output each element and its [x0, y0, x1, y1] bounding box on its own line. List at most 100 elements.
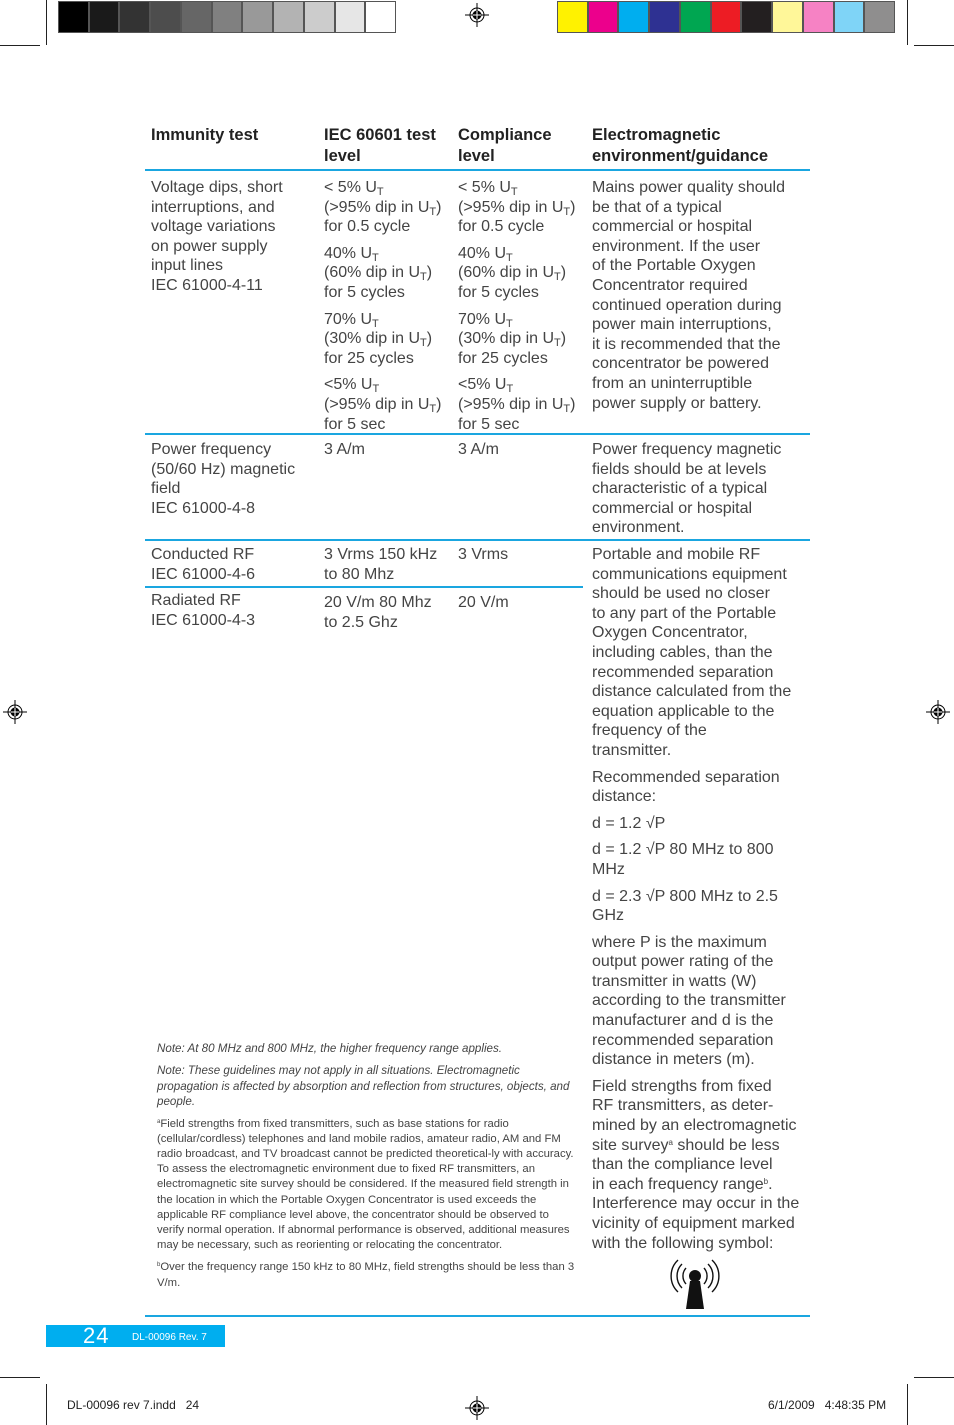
level-value: 70% U: [458, 310, 507, 328]
crop-mark: [0, 1377, 40, 1378]
registration-mark-icon: [3, 700, 27, 724]
color-swatch: [366, 2, 396, 32]
text-line: Portable and mobile RF: [592, 546, 761, 563]
equation-2: d = 1.2 √P 80 MHz to 800 MHz: [592, 840, 814, 879]
color-swatch: [120, 2, 150, 32]
duration: for 0.5 cycle: [458, 218, 545, 236]
text-line: Radiated RF: [151, 592, 241, 609]
text-line: equation applicable to the: [592, 702, 775, 720]
text-line: Voltage dips, short: [151, 179, 283, 196]
header-compliance-level: Compliance level: [458, 126, 552, 165]
text-line: input lines: [151, 257, 224, 275]
dip-value: (60% dip in U: [458, 264, 555, 282]
page-number: 24: [83, 1323, 110, 1348]
color-swatch: [243, 2, 273, 32]
color-swatch: [742, 2, 772, 32]
text-line: power supply or battery.: [592, 394, 762, 412]
table-notes: Note: At 80 MHz and 800 MHz, the higher …: [157, 1041, 575, 1298]
text-line: site survey: [592, 1136, 669, 1154]
row-divider: [145, 539, 810, 541]
note-frequency-range: Note: At 80 MHz and 800 MHz, the higher …: [157, 1042, 502, 1055]
text-line: manufacturer and d is the: [592, 1012, 774, 1030]
radiated-rf-test-name: Radiated RF IEC 61000-4-3: [151, 591, 321, 630]
crop-mark: [914, 1377, 954, 1378]
dip-level-block: 40% UT (60% dip in UT) for 5 cycles: [324, 244, 454, 303]
text-line: Recommended separation: [592, 768, 780, 786]
level-value: 40% U: [458, 244, 507, 262]
text-line: including cables, than the: [592, 643, 773, 661]
text-line: transmitter.: [592, 741, 672, 759]
level-value: 40% U: [324, 244, 373, 262]
registration-mark-icon: [465, 3, 489, 27]
header-divider: [145, 169, 810, 171]
color-swatch: [588, 2, 618, 32]
color-swatch: [212, 2, 242, 32]
text-line: from an uninterruptible: [592, 374, 753, 392]
text-line: distance calculated from the: [592, 683, 792, 701]
dip-value: (>95% dip in U: [458, 198, 564, 216]
duration: for 25 cycles: [324, 349, 414, 367]
subscript: T: [372, 317, 379, 330]
power-frequency-iec-level: 3 A/m: [324, 441, 365, 458]
text-line: Power frequency magnetic: [592, 441, 782, 458]
header-iec-test-level: IEC 60601 test level: [324, 126, 436, 165]
power-frequency-guidance: Power frequency magnetic fields should b…: [592, 440, 812, 538]
registration-mark-icon: [926, 700, 950, 724]
text-line: distance:: [592, 788, 657, 806]
level-value: < 5% U: [458, 179, 511, 196]
color-swatch: [711, 2, 741, 32]
text-line: characteristic of a typical: [592, 480, 768, 498]
slug-timestamp: 6/1/2009 4:48:35 PM: [768, 1398, 887, 1412]
text-line: concentrator be powered: [592, 355, 769, 373]
text-line: to 80 Mhz: [324, 565, 395, 583]
duration: for 5 sec: [458, 415, 520, 433]
color-swatch: [834, 2, 864, 32]
level-value: < 5% U: [324, 179, 377, 196]
conducted-rf-iec-level: 3 Vrms 150 kHz to 80 Mhz: [324, 545, 454, 584]
dip-close: ): [560, 330, 567, 348]
color-swatch: [335, 2, 365, 32]
dip-close: ): [436, 198, 442, 216]
duration: for 5 sec: [324, 415, 386, 433]
text-line: it is recommended that the: [592, 335, 781, 353]
text-line: communications equipment: [592, 565, 787, 583]
crop-mark: [914, 45, 954, 46]
grayscale-color-bar: [58, 1, 396, 33]
dip-level-block: < 5% UT (>95% dip in UT) for 0.5 cycle: [458, 178, 588, 237]
header-em-environment: Electromagnetic environment/guidance: [592, 126, 769, 165]
row-divider: [145, 586, 583, 588]
color-swatch: [773, 2, 802, 32]
text-line: with the following symbol:: [592, 1234, 774, 1252]
rf-guidance-intro: Portable and mobile RF communications eq…: [592, 545, 814, 761]
text-line: to 2.5 Ghz: [324, 613, 398, 631]
text-line: 20 V/m 80 Mhz: [324, 594, 432, 611]
crop-mark: [46, 1384, 47, 1425]
subscript: T: [372, 383, 380, 396]
subscript: T: [506, 251, 513, 264]
slug-filename: DL-00096 rev 7.indd 24: [67, 1398, 200, 1412]
text-line: recommended separation: [592, 1031, 774, 1049]
text-line: environment.: [592, 519, 685, 537]
text-line: IEC 61000-4-8: [151, 499, 256, 517]
text-line: Conducted RF: [151, 546, 255, 563]
text-line: should be less: [672, 1136, 780, 1154]
text-line: MHz: [592, 860, 625, 878]
text-line: power main interruptions,: [592, 316, 772, 334]
dip-close: ): [426, 330, 433, 348]
voltage-dips-test-name: Voltage dips, short interruptions, and v…: [151, 178, 321, 296]
process-color-bar: [557, 1, 895, 33]
subscript: T: [554, 271, 561, 284]
color-swatch: [865, 2, 895, 32]
color-swatch: [558, 2, 587, 32]
text-line: IEC 61000-4-6: [151, 565, 256, 583]
color-swatch: [59, 2, 88, 32]
text-line: IEC 61000-4-3: [151, 611, 256, 629]
dip-level-block: <5% UT (>95% dip in UT) for 5 sec: [324, 375, 454, 434]
crop-mark: [0, 45, 40, 46]
row-divider: [145, 433, 810, 435]
text-line: d = 1.2 √P 80 MHz to 800: [592, 841, 774, 859]
text-line: should be used no closer: [592, 585, 770, 603]
duration: for 5 cycles: [458, 283, 539, 301]
voltage-dips-iec-levels: < 5% UT (>95% dip in UT) for 0.5 cycle 40% …: [324, 178, 454, 441]
text-line: Mains power quality should: [592, 179, 785, 196]
